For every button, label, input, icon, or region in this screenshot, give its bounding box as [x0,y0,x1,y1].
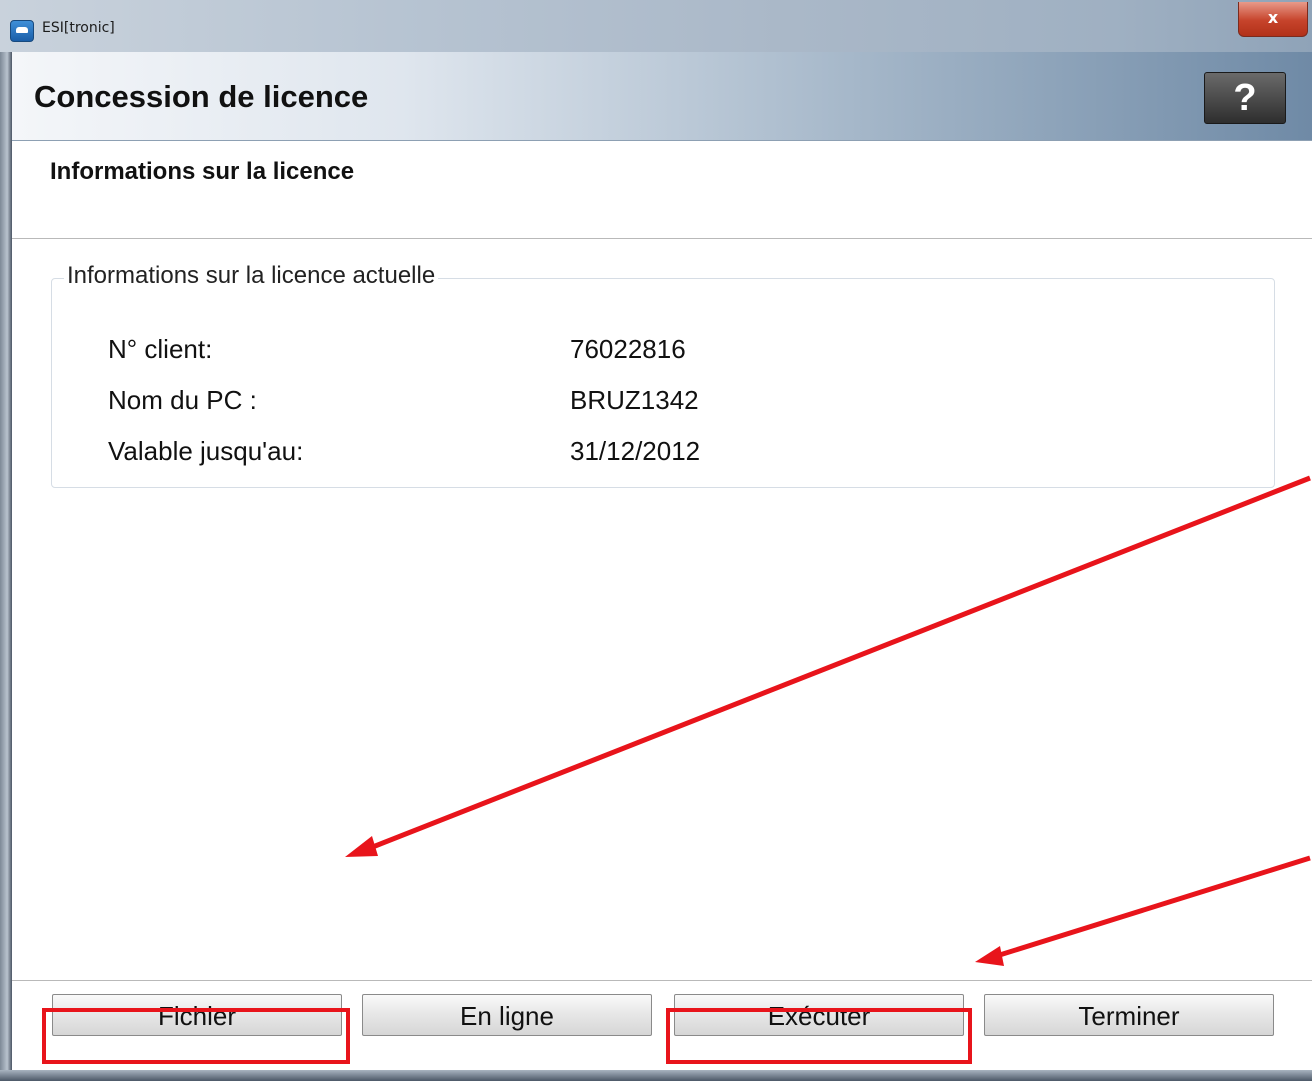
arrow-to-file-button [359,475,1311,855]
arrow-to-execute-button [989,855,1311,961]
arrow-head-execute [975,946,1004,966]
arrow-head-file [345,836,378,857]
annotation-arrows [345,475,1311,966]
